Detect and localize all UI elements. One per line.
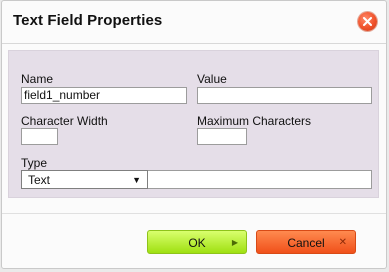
value-field[interactable] <box>197 87 372 104</box>
name-field[interactable]: field1_number <box>21 87 187 104</box>
character-width-field[interactable] <box>21 128 58 145</box>
close-x-icon: ✕ <box>338 237 347 248</box>
cancel-button[interactable]: Cancel ✕ <box>256 230 356 254</box>
close-icon[interactable] <box>358 12 377 31</box>
type-extra-field[interactable] <box>148 170 372 189</box>
maximum-characters-label: Maximum Characters <box>197 114 312 128</box>
properties-panel: Name field1_number Value Character Width… <box>8 50 379 198</box>
type-select[interactable]: Text ▼ <box>21 170 148 189</box>
chevron-down-icon: ▼ <box>132 175 141 185</box>
ok-button[interactable]: OK ▶ <box>147 230 247 254</box>
type-label: Type <box>21 156 48 170</box>
maximum-characters-field[interactable] <box>197 128 247 145</box>
arrow-right-icon: ▶ <box>231 238 238 247</box>
value-label: Value <box>197 72 227 86</box>
dialog-title: Text Field Properties <box>13 12 163 29</box>
character-width-label: Character Width <box>21 114 108 128</box>
text-field-properties-dialog: Text Field Properties Name field1_number… <box>1 0 387 269</box>
dialog-titlebar: Text Field Properties <box>2 1 386 44</box>
type-selected-value: Text <box>28 173 51 187</box>
name-label: Name <box>21 72 54 86</box>
dialog-footer: OK ▶ Cancel ✕ <box>2 213 386 270</box>
